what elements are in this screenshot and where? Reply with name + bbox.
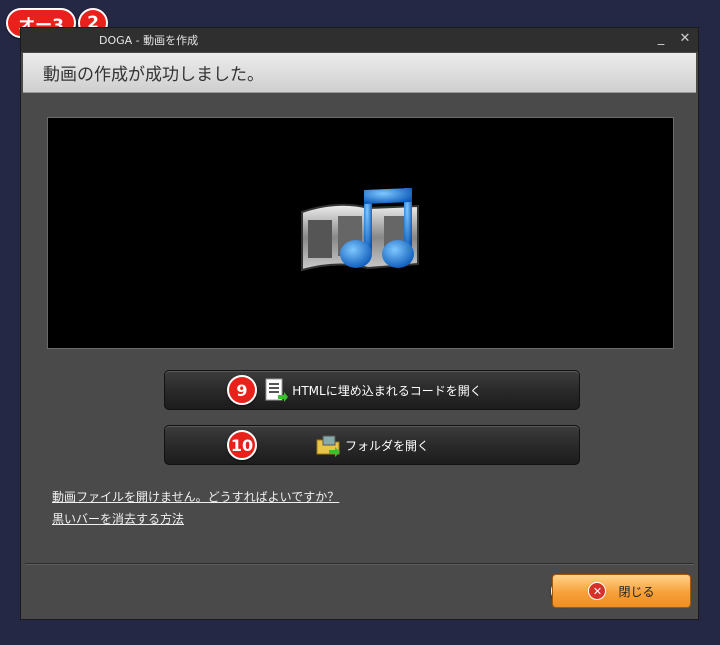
minimize-button[interactable]: _ [654, 31, 668, 46]
html-document-icon [265, 378, 289, 402]
video-preview [47, 117, 674, 349]
step-10-badge: 10 [227, 430, 257, 460]
window-title: DOGA - 動画を作成 [99, 34, 199, 47]
close-circle-icon: ✕ [588, 582, 607, 600]
folder-icon [316, 435, 340, 457]
dialog-window: DOGA - 動画を作成 _ ✕ 動画の作成が成功しました。 9 HTMLに埋め… [20, 27, 699, 620]
title-bar: DOGA - 動画を作成 _ ✕ [21, 28, 698, 52]
remove-black-bar-link[interactable]: 黒いバーを消去する方法 [52, 510, 184, 527]
window-controls: _ ✕ [654, 31, 692, 46]
success-banner: 動画の作成が成功しました。 [23, 53, 696, 93]
step-9-badge: 9 [227, 375, 257, 405]
close-button[interactable]: ✕ 閉じる [552, 574, 691, 608]
open-html-label: HTMLに埋め込まれるコードを開く [292, 383, 482, 398]
open-folder-button[interactable]: 10 フォルダを開く [164, 425, 580, 465]
divider [25, 563, 694, 565]
open-html-code-button[interactable]: 9 HTMLに埋め込まれるコードを開く [164, 370, 580, 410]
close-label: 閉じる [618, 584, 655, 599]
cant-open-video-link[interactable]: 動画ファイルを開けません。どうすればよいですか？ [52, 488, 339, 505]
open-folder-label: フォルダを開く [344, 438, 429, 453]
film-music-icon [301, 188, 419, 272]
close-window-button[interactable]: ✕ [678, 31, 692, 46]
success-message: 動画の作成が成功しました。 [43, 65, 264, 85]
